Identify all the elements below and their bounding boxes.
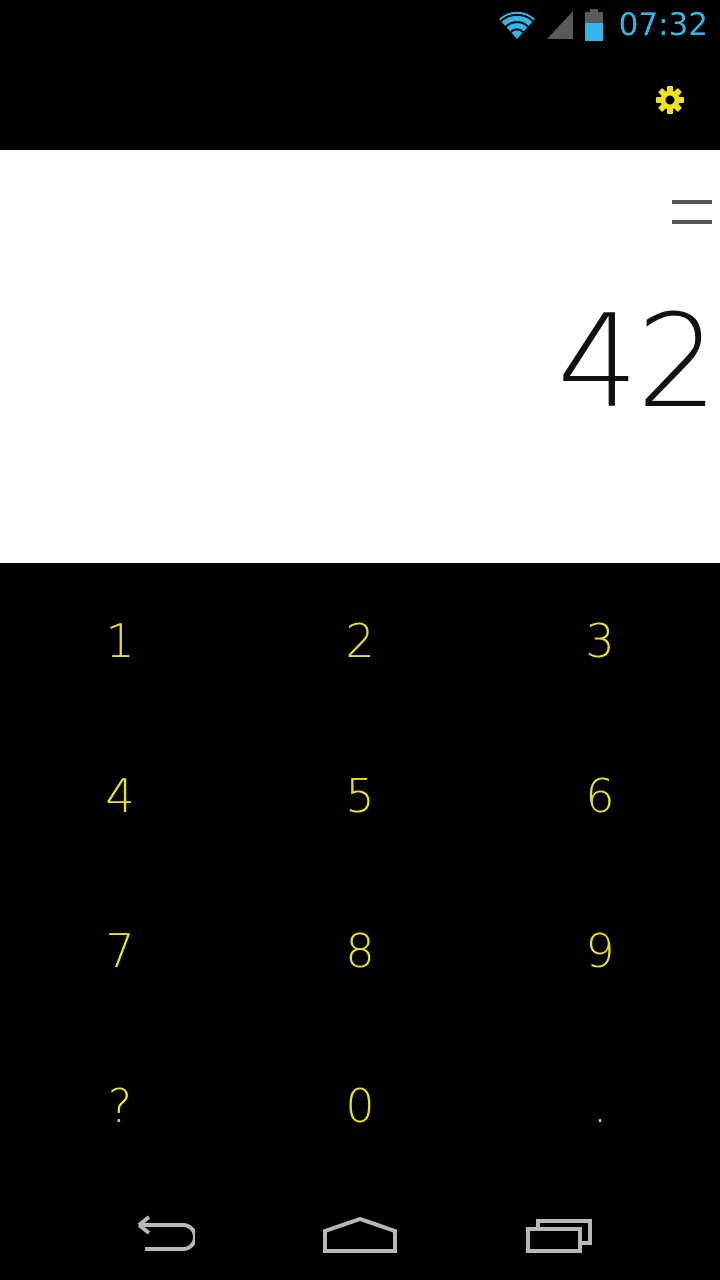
key-3[interactable]: 3 bbox=[480, 563, 720, 718]
key-2[interactable]: 2 bbox=[240, 563, 480, 718]
calculator-display: 42 bbox=[0, 150, 720, 563]
settings-button[interactable] bbox=[650, 80, 690, 120]
key-8[interactable]: 8 bbox=[240, 873, 480, 1028]
wifi-icon bbox=[498, 11, 535, 39]
status-bar: 07:32 bbox=[0, 0, 720, 50]
status-time: 07:32 bbox=[618, 7, 708, 43]
battery-icon bbox=[584, 9, 603, 41]
key-0[interactable]: 0 bbox=[240, 1028, 480, 1183]
back-button[interactable] bbox=[100, 1203, 220, 1267]
back-icon bbox=[137, 1215, 195, 1251]
key-7[interactable]: 7 bbox=[0, 873, 240, 1028]
key-6[interactable]: 6 bbox=[480, 718, 720, 873]
gear-icon bbox=[656, 86, 684, 114]
recent-apps-icon bbox=[526, 1219, 592, 1253]
home-button[interactable] bbox=[300, 1203, 420, 1267]
recent-apps-button[interactable] bbox=[500, 1203, 620, 1267]
keypad: 1 2 3 4 5 6 7 8 9 ? 0 . bbox=[0, 563, 720, 1183]
calculator-screen: 07:32 42 1 2 3 4 5 6 7 8 9 ? 0 . bbox=[0, 0, 720, 1280]
key-4[interactable]: 4 bbox=[0, 718, 240, 873]
key-9[interactable]: 9 bbox=[480, 873, 720, 1028]
menu-lines-icon[interactable] bbox=[672, 198, 712, 224]
status-icons: 07:32 bbox=[497, 0, 708, 50]
action-bar bbox=[0, 50, 720, 150]
key-question[interactable]: ? bbox=[0, 1028, 240, 1183]
key-1[interactable]: 1 bbox=[0, 563, 240, 718]
key-5[interactable]: 5 bbox=[240, 718, 480, 873]
navigation-bar bbox=[0, 1183, 720, 1280]
result-value: 42 bbox=[557, 288, 718, 437]
home-icon bbox=[323, 1216, 397, 1253]
key-decimal[interactable]: . bbox=[480, 1028, 720, 1183]
cell-signal-icon bbox=[546, 11, 573, 39]
